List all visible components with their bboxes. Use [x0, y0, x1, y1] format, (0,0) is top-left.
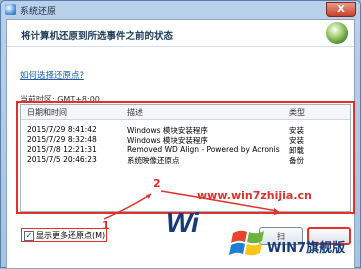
watermark-url: www.win7zhijia.cn — [197, 189, 312, 202]
annotation-label-one: 1 — [102, 219, 110, 232]
brand-watermark: WIN7旗舰版 — [229, 223, 357, 267]
brand-text: WIN7旗舰版 — [267, 241, 346, 256]
arrow-1 — [103, 193, 152, 220]
arrow-2-head — [274, 208, 281, 215]
annotation-label-two: 2 — [153, 177, 161, 190]
watermark-logo-text: Wi — [166, 207, 199, 238]
system-restore-window: 系统还原 X 将计算机还原到所选事件之前的状态 如何选择还原点? 当前时区: G… — [0, 0, 361, 269]
windows-flag-icon — [229, 230, 264, 256]
